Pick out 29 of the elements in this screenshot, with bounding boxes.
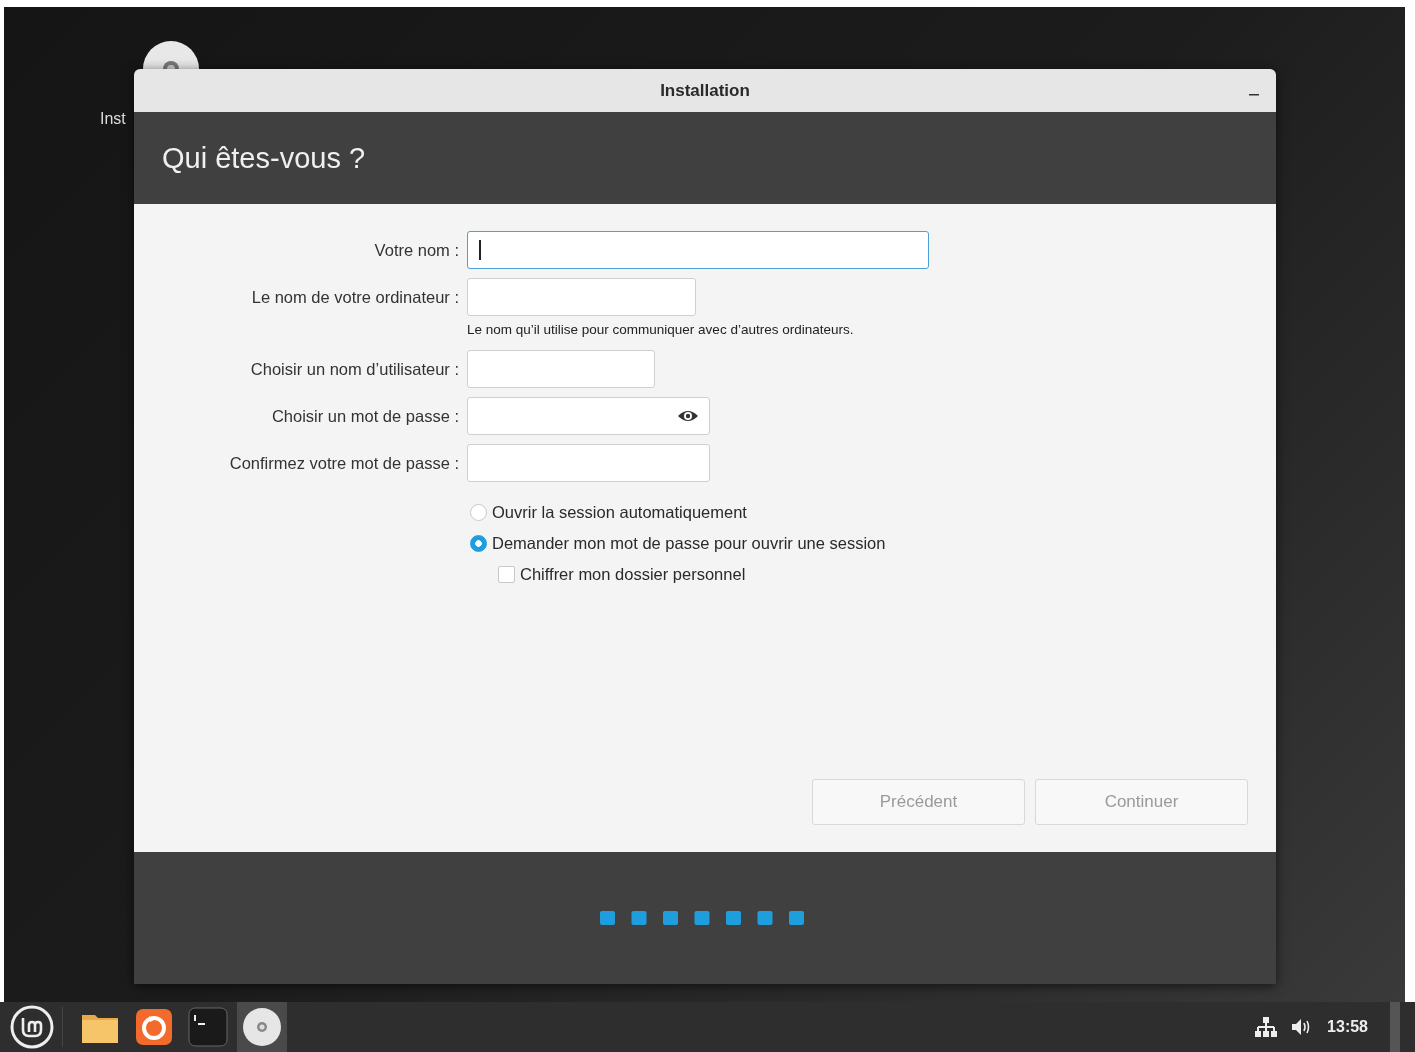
field-label: Votre nom : — [373, 240, 459, 261]
eye-icon[interactable] — [677, 409, 699, 423]
input-field[interactable] — [467, 278, 696, 316]
radio-button[interactable] — [470, 504, 487, 521]
input-field[interactable] — [467, 350, 655, 388]
option-label[interactable]: Demander mon mot de passe pour ouvrir une session — [492, 534, 886, 553]
field-label: Le nom de votre ordinateur : — [250, 287, 459, 308]
menu-logo-icon[interactable] — [10, 1005, 54, 1049]
option-label[interactable]: Chiffrer mon dossier personnel — [520, 565, 746, 584]
field-label: Choisir un mot de passe : — [270, 406, 459, 427]
field-hint: Le nom qu’il utilise pour communiquer avec d’autres ordinateurs. — [467, 322, 855, 337]
clock[interactable]: 13:58 — [1327, 1018, 1368, 1036]
terminal-icon — [188, 1007, 228, 1047]
window-title: Installation — [660, 80, 750, 101]
disc-icon — [242, 1007, 282, 1047]
field-label: Confirmez votre mot de passe : — [228, 453, 459, 474]
input-field[interactable] — [467, 397, 710, 435]
page-title: Qui êtes-vous ? — [162, 141, 366, 175]
desktop-icon-label[interactable]: Inst — [100, 110, 126, 128]
browser-icon — [135, 1008, 173, 1046]
panel-edge-handle[interactable] — [1390, 1002, 1400, 1052]
input-field[interactable] — [467, 444, 710, 482]
radio-button[interactable] — [470, 535, 487, 552]
option-label[interactable]: Ouvrir la session automatiquement — [492, 503, 747, 522]
taskbar-app[interactable] — [237, 1002, 287, 1052]
input-field[interactable] — [467, 231, 929, 269]
network-icon[interactable] — [1255, 1016, 1278, 1038]
checkbox[interactable] — [498, 566, 515, 583]
field-label: Choisir un nom d’utilisateur : — [249, 359, 459, 380]
